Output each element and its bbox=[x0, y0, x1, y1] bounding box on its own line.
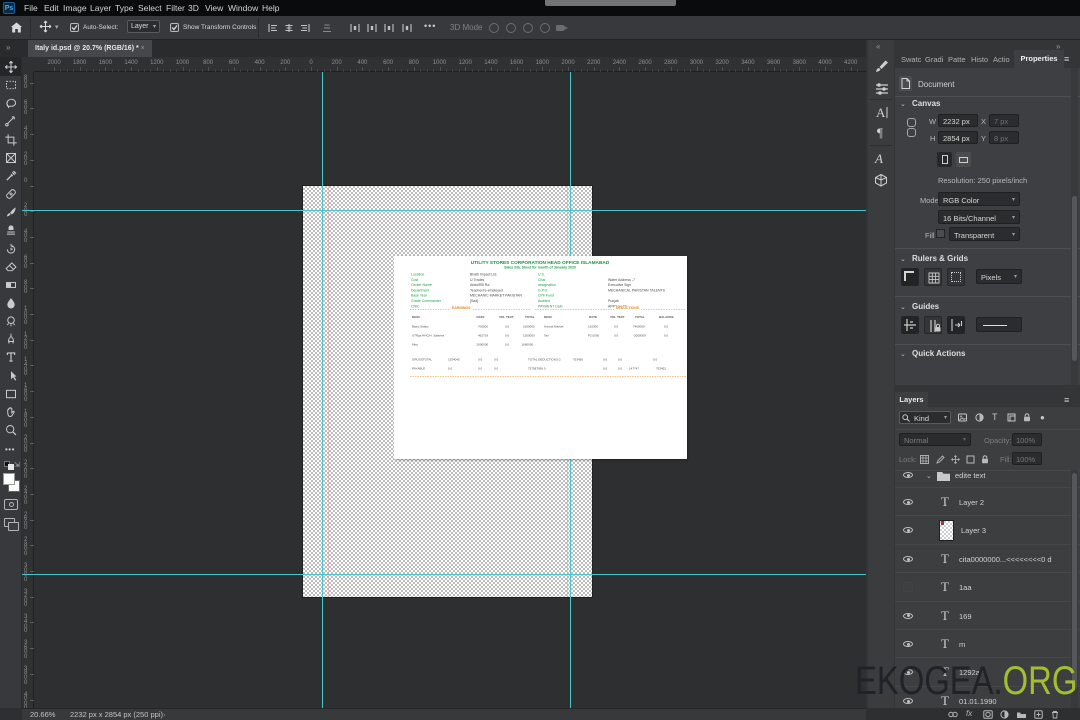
svg-text:A: A bbox=[874, 151, 883, 166]
svg-text:A: A bbox=[876, 105, 886, 120]
svg-text:¶: ¶ bbox=[877, 125, 883, 140]
